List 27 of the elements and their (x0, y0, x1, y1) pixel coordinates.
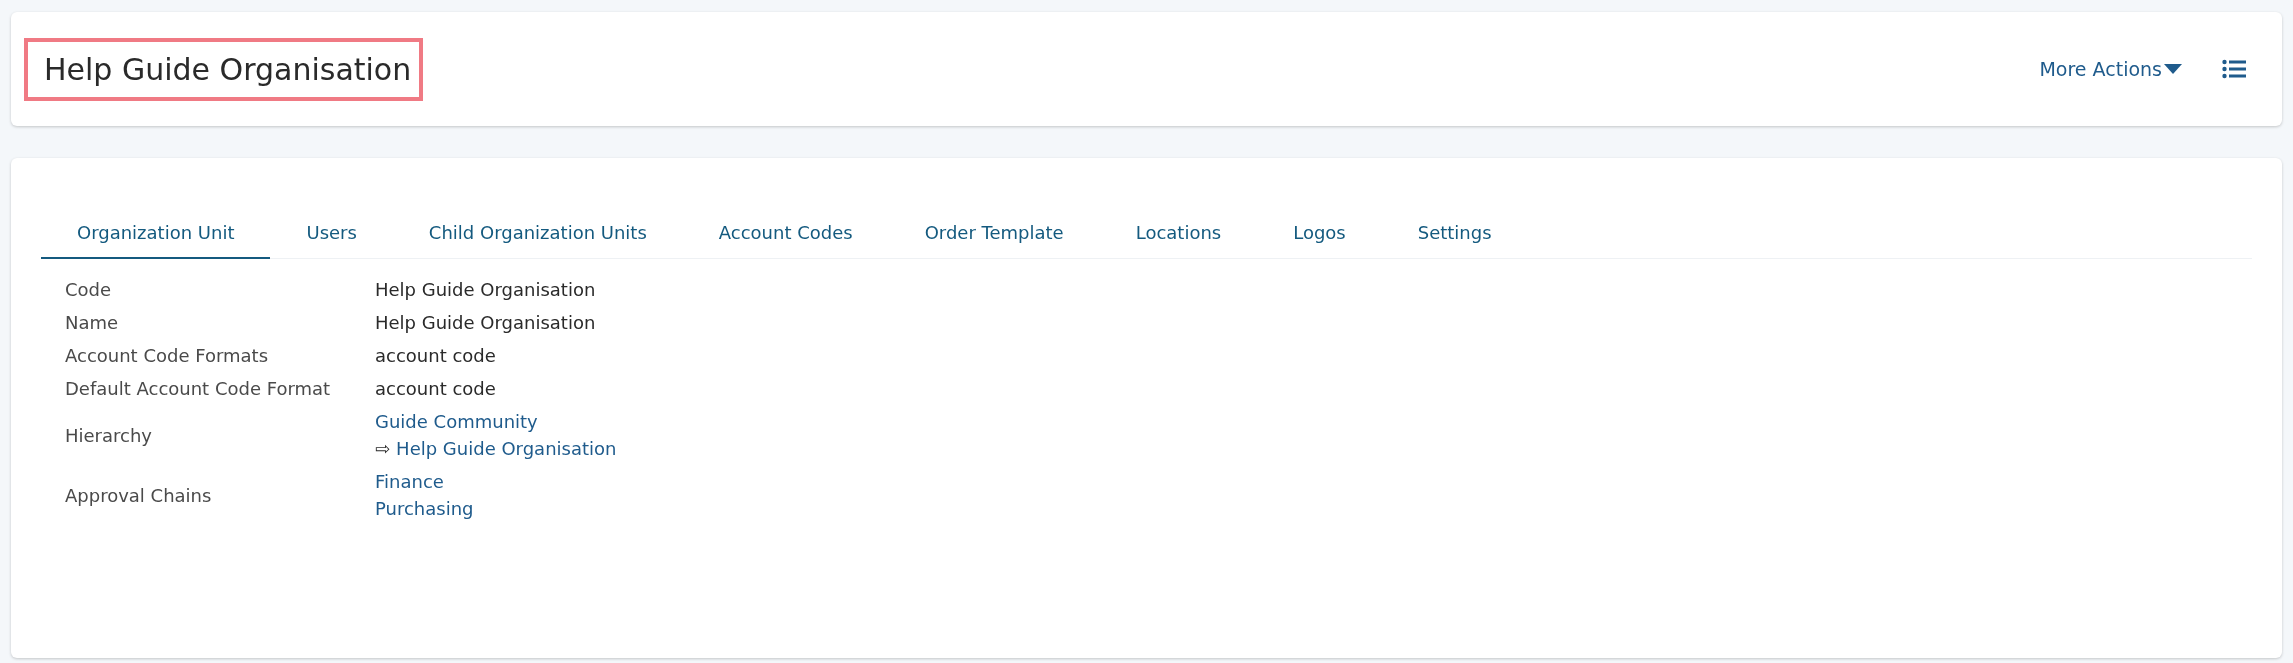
link[interactable]: Guide Community (375, 411, 538, 432)
tab[interactable]: Settings (1381, 210, 1528, 259)
field-label: Default Account Code Format (65, 378, 332, 399)
arrow-glyph: ⇨ (375, 438, 391, 459)
page-title: Help Guide Organisation (24, 37, 424, 101)
caret-icon (2164, 64, 2182, 74)
field-label: Approval Chains (65, 484, 213, 506)
field-label: Name (65, 312, 120, 333)
tab[interactable]: Users (270, 210, 393, 259)
list-icon[interactable] (2222, 59, 2246, 79)
field-value: Help Guide Organisation (375, 312, 596, 333)
tab[interactable]: Organization Unit (41, 210, 271, 259)
field-label: Code (65, 279, 113, 300)
tab[interactable]: Locations (1099, 210, 1258, 259)
link[interactable]: Help Guide Organisation (396, 438, 617, 459)
link[interactable]: Finance (375, 471, 444, 492)
link[interactable]: Purchasing (375, 498, 474, 519)
field-value: account code (375, 378, 496, 399)
tab[interactable]: Order Template (888, 210, 1100, 259)
tab[interactable]: Logos (1257, 210, 1382, 259)
field-label: Hierarchy (65, 424, 153, 446)
tab[interactable]: Account Codes (682, 210, 889, 259)
field-label: Account Code Formats (65, 345, 269, 366)
more-actions-button[interactable]: More Actions (2039, 58, 2182, 80)
field-value: Help Guide Organisation (375, 279, 596, 300)
tab[interactable]: Child Organization Units (392, 210, 683, 259)
field-value: account code (375, 345, 496, 366)
